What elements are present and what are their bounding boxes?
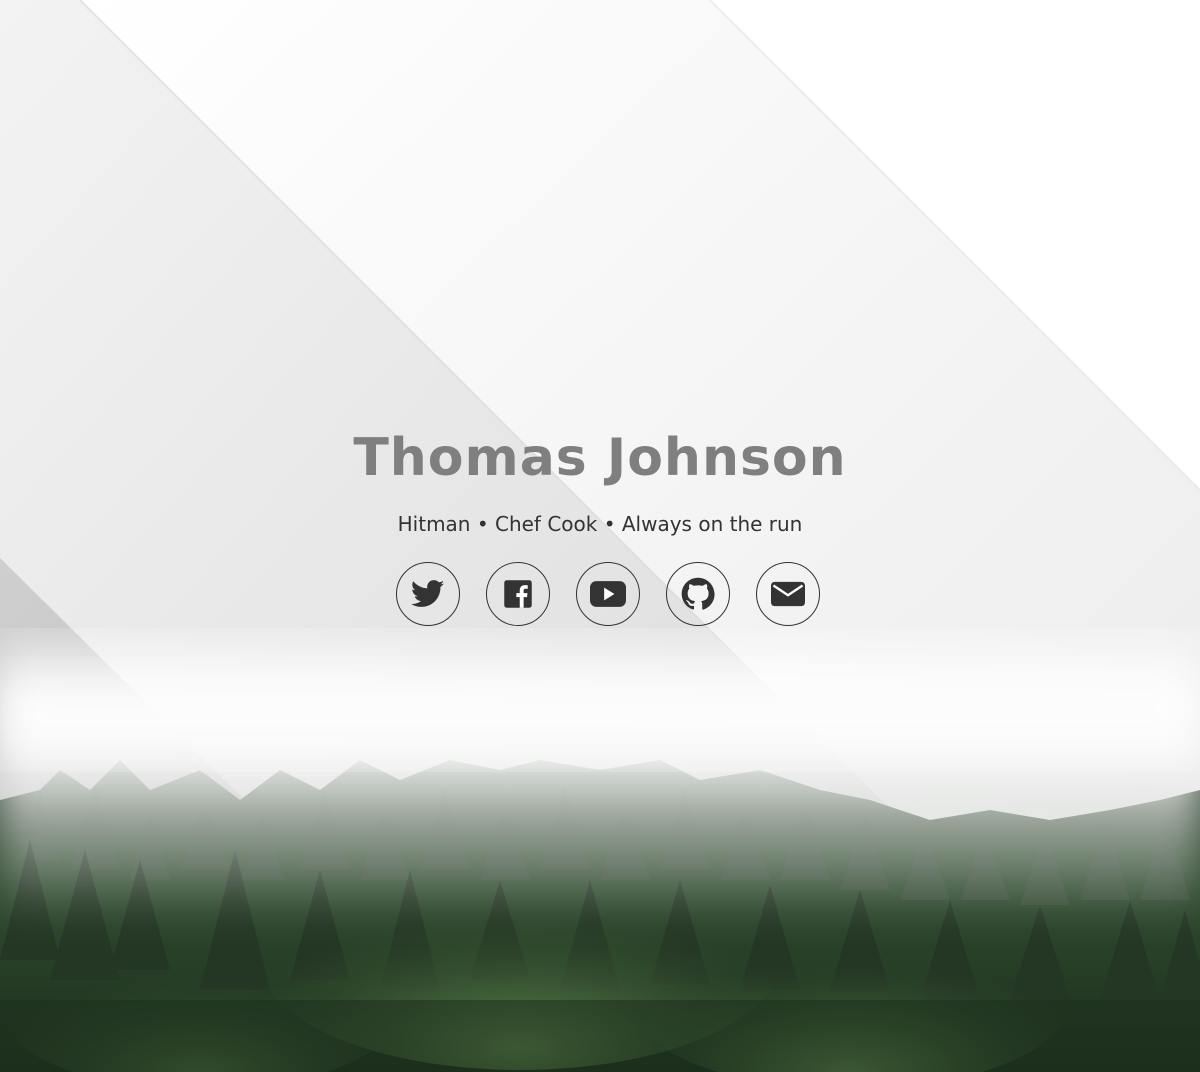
youtube-button[interactable] bbox=[576, 562, 640, 626]
facebook-icon bbox=[504, 580, 532, 608]
hero: Thomas Johnson Hitman • Chef Cook • Alwa… bbox=[0, 400, 1200, 626]
social-links bbox=[0, 562, 1200, 626]
twitter-button[interactable] bbox=[396, 562, 460, 626]
twitter-icon bbox=[411, 580, 445, 607]
youtube-icon bbox=[590, 581, 626, 607]
facebook-button[interactable] bbox=[486, 562, 550, 626]
github-button[interactable] bbox=[666, 562, 730, 626]
github-icon bbox=[681, 577, 715, 610]
envelope-icon bbox=[771, 581, 805, 607]
profile-tagline: Hitman • Chef Cook • Always on the run bbox=[397, 512, 803, 536]
profile-name: Thomas Johnson bbox=[353, 428, 847, 488]
email-button[interactable] bbox=[756, 562, 820, 626]
page: Thomas Johnson Hitman • Chef Cook • Alwa… bbox=[0, 0, 1200, 1072]
